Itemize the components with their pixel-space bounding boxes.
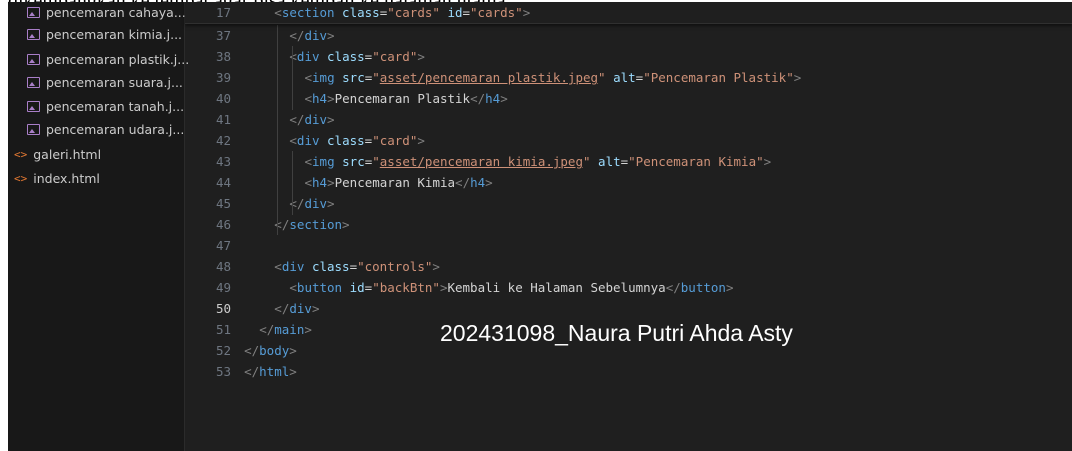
code-text: </div> — [289, 28, 335, 43]
line-number: 49 — [215, 280, 231, 295]
code-editor-window: pencemaran cahaya.... pencemaran kimia.j.… — [8, 2, 1072, 451]
indent-guide — [292, 151, 293, 215]
code-text: <img src="asset/pencemaran plastik.jpeg"… — [304, 70, 802, 85]
explorer-image-file[interactable]: pencemaran suara.j... — [8, 71, 203, 93]
explorer-html-file[interactable]: <> galeri.html — [8, 143, 190, 165]
code-line[interactable]: 17 <section class="cards" id="cards"> — [185, 2, 1072, 23]
html-file-icon: <> — [14, 171, 28, 185]
code-line[interactable]: 48 <div class="controls"> — [185, 256, 1072, 277]
explorer-image-file[interactable]: pencemaran udara.j... — [8, 118, 203, 140]
code-line[interactable]: 38 <div class="card"> — [185, 46, 1072, 67]
image-file-icon — [27, 100, 40, 112]
line-number: 41 — [215, 112, 231, 127]
code-text: </html> — [244, 364, 297, 379]
line-number: 43 — [215, 154, 231, 169]
line-number: 47 — [215, 238, 231, 253]
line-number: 39 — [215, 70, 231, 85]
code-line[interactable]: 45 </div> — [185, 193, 1072, 214]
code-line[interactable]: 44 <h4>Pencemaran Kimia</h4> — [185, 172, 1072, 193]
line-number: 38 — [215, 49, 231, 64]
code-text: <section class="cards" id="cards"> — [274, 5, 531, 20]
indent-guide — [277, 25, 278, 235]
code-text: </div> — [274, 301, 320, 316]
code-text: <div class="card"> — [289, 49, 425, 64]
image-file-icon — [27, 123, 40, 135]
code-text: </section> — [274, 217, 350, 232]
line-number: 48 — [215, 259, 231, 274]
code-line[interactable]: 40 <h4>Pencemaran Plastik</h4> — [185, 88, 1072, 109]
code-text: <img src="asset/pencemaran kimia.jpeg" a… — [304, 154, 772, 169]
file-name: pencemaran udara.j... — [46, 121, 185, 137]
file-name: pencemaran cahaya.... — [46, 4, 190, 20]
line-number: 37 — [215, 28, 231, 43]
code-text: <div class="controls"> — [274, 259, 440, 274]
line-number: 51 — [215, 322, 231, 337]
html-file-icon: <> — [14, 147, 28, 161]
code-line[interactable]: 49 <button id="backBtn">Kembali ke Halama… — [185, 277, 1072, 298]
explorer-sidebar: pencemaran cahaya.... pencemaran kimia.j.… — [8, 2, 190, 451]
code-text: </main> — [259, 322, 312, 337]
line-number: 46 — [215, 217, 231, 232]
file-name: pencemaran tanah.j... — [46, 98, 185, 114]
line-number: 17 — [215, 5, 231, 20]
watermark-text: 202431098_Naura Putri Ahda Asty — [440, 320, 793, 346]
indent-guide — [292, 46, 293, 110]
explorer-image-file[interactable]: pencemaran cahaya.... — [8, 2, 203, 23]
code-text: </div> — [289, 112, 335, 127]
code-text: <button id="backBtn">Kembali ke Halaman … — [289, 280, 734, 295]
code-line[interactable]: 39 <img src="asset/pencemaran plastik.jpe… — [185, 67, 1072, 88]
code-line[interactable]: 46 </section> — [185, 214, 1072, 235]
code-line[interactable]: 37 </div> — [185, 25, 1072, 46]
code-line[interactable]: 47 — [185, 235, 1072, 256]
file-name: index.html — [33, 170, 100, 186]
line-number: 42 — [215, 133, 231, 148]
code-area[interactable]: 17 <section class="cards" id="cards"> 37 </… — [185, 2, 1072, 451]
code-text: </body> — [244, 343, 297, 358]
explorer-image-file[interactable]: pencemaran kimia.j... — [8, 23, 203, 45]
code-line[interactable]: 50 </div> — [185, 298, 1072, 319]
line-number: 40 — [215, 91, 231, 106]
explorer-html-file[interactable]: <> index.html — [8, 167, 190, 189]
file-name: pencemaran suara.j... — [46, 74, 183, 90]
image-file-icon — [27, 6, 40, 18]
image-file-icon — [27, 76, 40, 88]
explorer-image-file[interactable]: pencemaran tanah.j... — [8, 95, 203, 117]
code-line[interactable]: 53 </html> — [185, 361, 1072, 382]
line-number: 52 — [215, 343, 231, 358]
explorer-image-file[interactable]: pencemaran plastik.j... — [8, 48, 203, 70]
file-name: pencemaran kimia.j... — [46, 26, 183, 42]
image-file-icon — [27, 53, 40, 65]
sticky-scroll-header[interactable]: 17 <section class="cards" id="cards"> — [185, 2, 1072, 24]
code-line[interactable]: 41 </div> — [185, 109, 1072, 130]
line-number: 50 — [215, 301, 231, 316]
line-number: 44 — [215, 175, 231, 190]
code-text: <h4>Pencemaran Kimia</h4> — [304, 175, 493, 190]
code-text: </div> — [289, 196, 335, 211]
code-line[interactable]: 43 <img src="asset/pencemaran kimia.jpeg"… — [185, 151, 1072, 172]
file-name: galeri.html — [33, 146, 102, 162]
code-line[interactable]: 42 <div class="card"> — [185, 130, 1072, 151]
file-name: pencemaran plastik.j... — [46, 51, 190, 67]
line-number: 45 — [215, 196, 231, 211]
line-number: 53 — [215, 364, 231, 379]
code-text: <div class="card"> — [289, 133, 425, 148]
image-file-icon — [27, 28, 40, 40]
code-text: <h4>Pencemaran Plastik</h4> — [304, 91, 508, 106]
